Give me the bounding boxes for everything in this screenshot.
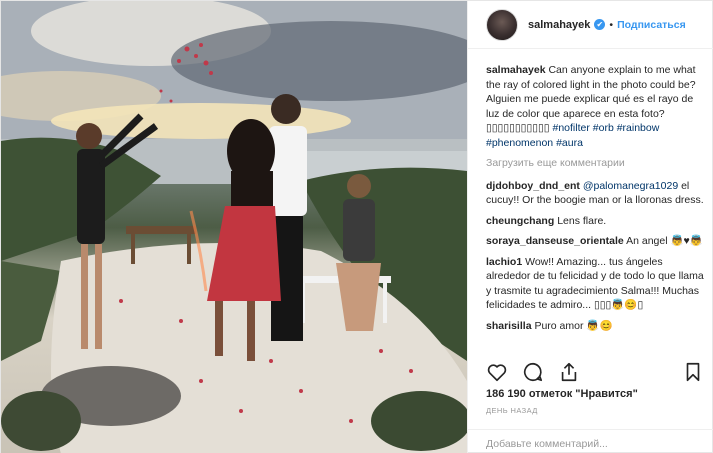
comment-item: cheungchang Lens flare. (486, 214, 704, 229)
comment-username[interactable]: djdohboy_dnd_ent (486, 180, 580, 192)
post-modal: salmahayek ✔ • Подписаться salmahayek Ca… (0, 0, 713, 453)
header-username[interactable]: salmahayek (528, 19, 590, 31)
heart-icon[interactable] (486, 361, 508, 383)
comment-item: sharisilla Puro amor 👼😊 (486, 319, 704, 334)
follow-button[interactable]: Подписаться (617, 19, 686, 31)
share-icon[interactable] (558, 361, 580, 383)
comment-text: An angel 👼♥👼 (626, 235, 703, 247)
post-header: salmahayek ✔ • Подписаться (468, 1, 713, 49)
comment-item: lachio1 Wow!! Amazing... tus ángeles alr… (486, 255, 704, 313)
comment-mention[interactable]: @palomanegra1029 (583, 180, 678, 192)
add-comment-input[interactable]: Добавьте комментарий... (468, 429, 713, 453)
comment-item: soraya_danseuse_orientale An angel 👼♥👼 (486, 234, 704, 249)
comment-text: Lens flare. (557, 214, 607, 227)
action-bar (486, 358, 704, 386)
caption-username[interactable]: salmahayek (486, 64, 546, 76)
comment-text: Puro amor 👼😊 (534, 319, 613, 332)
photo-illustration (1, 1, 467, 453)
separator-dot: • (609, 18, 614, 31)
post-timestamp[interactable]: день назад (486, 406, 538, 415)
avatar[interactable] (486, 8, 518, 41)
comment-icon[interactable] (522, 361, 544, 383)
comments-list[interactable]: salmahayek Can anyone explain to me what… (486, 63, 704, 355)
verified-icon: ✔ (594, 19, 606, 30)
hashtag[interactable]: #aura (556, 137, 583, 149)
hashtag[interactable]: #nofilter (552, 122, 589, 134)
caption: salmahayek Can anyone explain to me what… (486, 63, 704, 150)
comment-username[interactable]: lachio1 (486, 256, 522, 268)
comment-username[interactable]: cheungchang (486, 215, 554, 227)
bookmark-icon[interactable] (682, 361, 704, 383)
likes-count[interactable]: 186 190 отметок "Нравится" (486, 388, 638, 400)
post-side-panel: salmahayek ✔ • Подписаться salmahayek Ca… (467, 1, 713, 453)
comment-username[interactable]: sharisilla (486, 320, 532, 332)
comment-item: djdohboy_dnd_ent @palomanegra1029 el cuc… (486, 179, 704, 208)
load-more-comments-button[interactable]: Загрузить еще комментарии (486, 156, 704, 171)
post-photo[interactable] (1, 1, 467, 453)
comment-username[interactable]: soraya_danseuse_orientale (486, 235, 624, 247)
hashtag[interactable]: #orb (593, 122, 614, 134)
hashtag[interactable]: #phenomenon (486, 137, 553, 149)
hashtag[interactable]: #rainbow (617, 122, 660, 134)
